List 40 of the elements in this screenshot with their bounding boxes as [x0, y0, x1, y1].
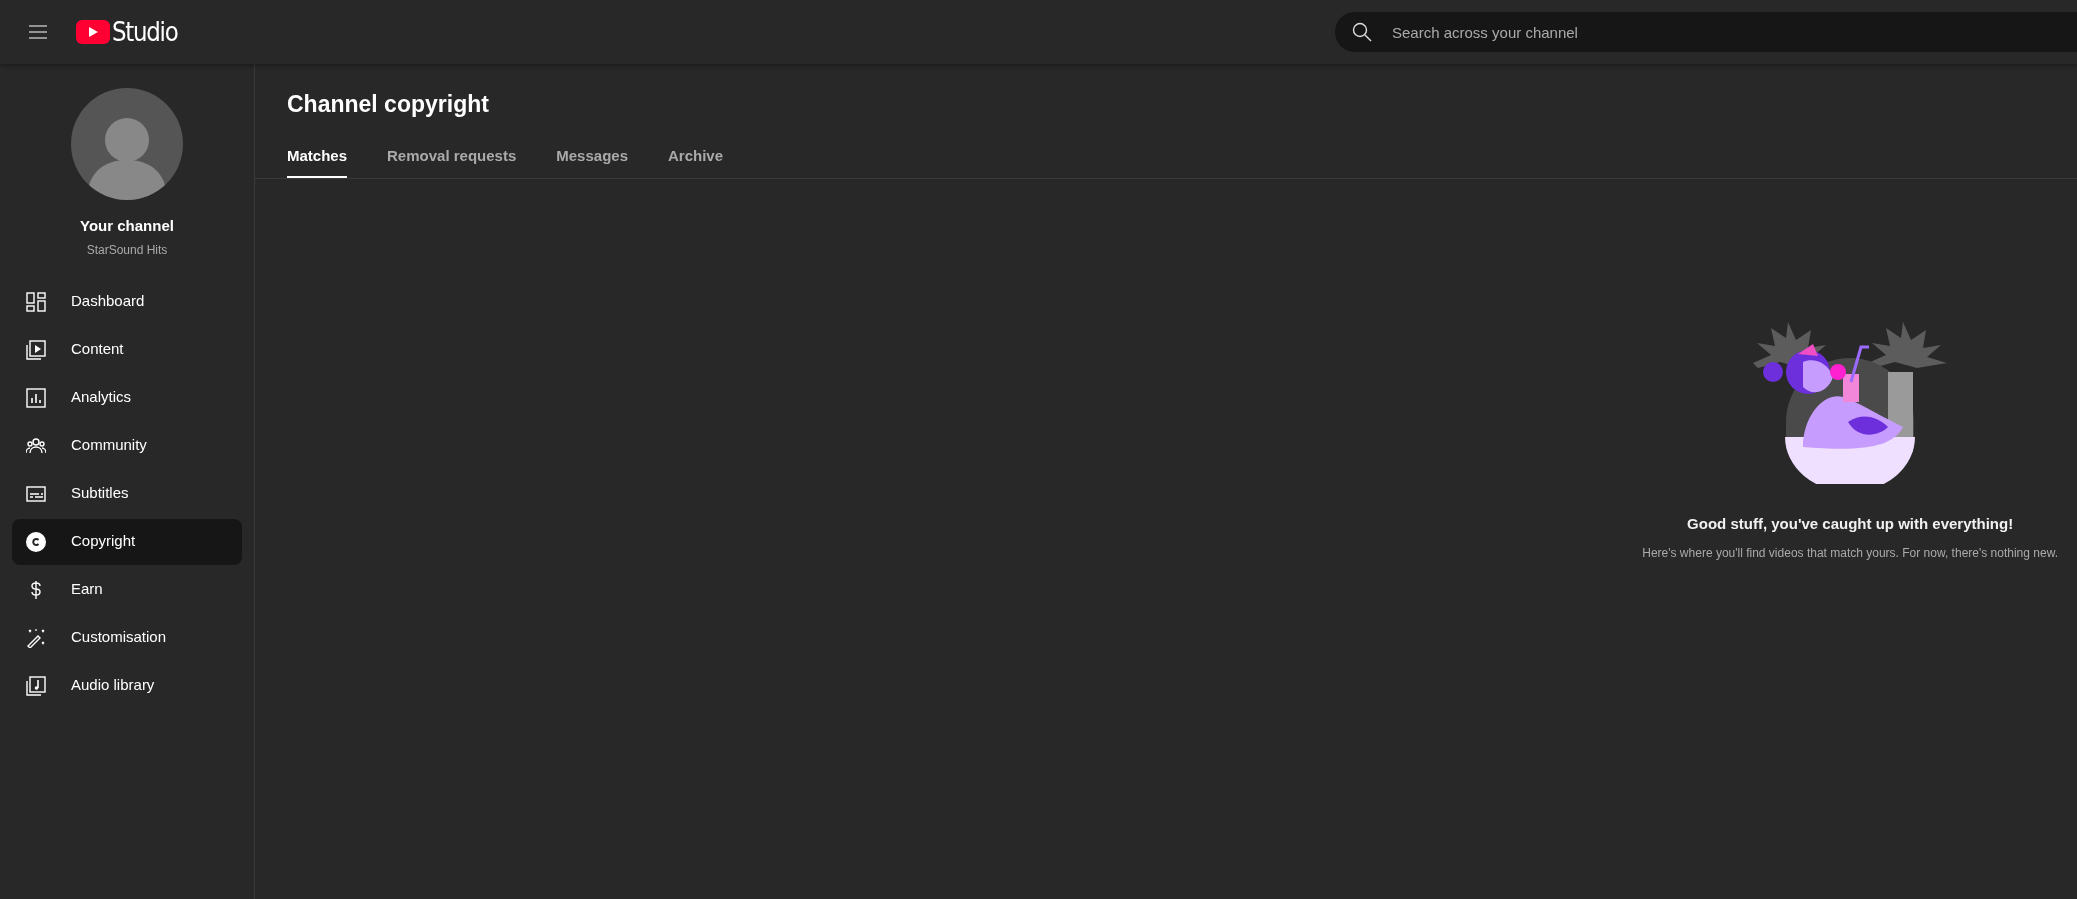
empty-state-text: Here's where you'll find videos that match yours. For now, there's nothing new.	[1642, 545, 2058, 562]
tab[interactable]: Archive	[668, 137, 723, 178]
nav-item-label: Copyright	[71, 531, 136, 552]
people-icon	[26, 435, 46, 456]
nav-item[interactable]: Customisation	[12, 614, 242, 661]
nav-item[interactable]: Copyright	[12, 518, 242, 565]
copyright-icon	[26, 531, 46, 552]
nav-item-label: Subtitles	[71, 483, 129, 504]
nav-item-label: Customisation	[71, 627, 167, 648]
dashboard-icon	[26, 291, 46, 312]
nav-item-label: Audio library	[71, 675, 155, 696]
channel-name: StarSound Hits	[86, 241, 168, 259]
channel-title: Your channel	[80, 216, 174, 236]
tab[interactable]: Removal requests	[387, 137, 517, 178]
menu-icon[interactable]	[29, 25, 47, 39]
nav-item-label: Dashboard	[71, 291, 145, 312]
nav-item[interactable]: Content	[12, 326, 242, 373]
nav-item-label: Community	[71, 435, 147, 456]
nav-item[interactable]: Earn	[12, 566, 242, 613]
search-icon	[1352, 22, 1372, 42]
magic-wand-icon	[26, 627, 46, 648]
nav-item[interactable]: Subtitles	[12, 470, 242, 517]
nav-item[interactable]: Audio library	[12, 662, 242, 709]
logo-text: Studio	[112, 14, 178, 49]
nav-item[interactable]: Analytics	[12, 374, 242, 421]
video-library-icon	[26, 339, 46, 360]
nav-item-label: Earn	[71, 579, 103, 600]
page-title: Channel copyright	[287, 90, 489, 119]
bar-chart-icon	[26, 387, 46, 408]
play-logo-icon	[76, 20, 110, 44]
nav-item-label: Analytics	[71, 387, 132, 408]
nav-item[interactable]: Community	[12, 422, 242, 469]
tab[interactable]: Matches	[287, 137, 348, 178]
subtitles-icon	[26, 483, 46, 504]
tab[interactable]: Messages	[556, 137, 628, 178]
search-field[interactable]: Search across your channel	[1335, 12, 2077, 52]
nav-item-label: Content	[71, 339, 124, 360]
empty-state-heading: Good stuff, you've caught up with everything!	[1687, 513, 2014, 534]
nav-item[interactable]: Dashboard	[12, 278, 242, 325]
music-library-icon	[26, 675, 46, 696]
